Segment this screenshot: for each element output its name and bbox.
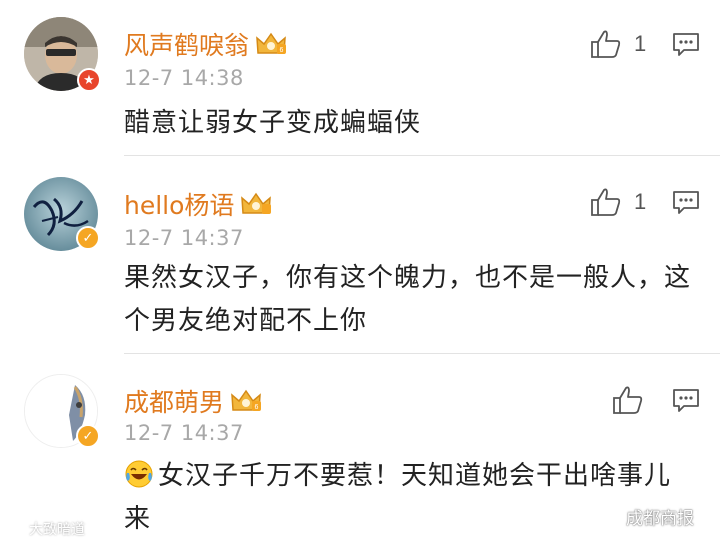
watermark-right-text: 成都商报 — [626, 509, 694, 529]
like-button[interactable] — [612, 385, 644, 415]
username-label: hello杨语 — [124, 191, 235, 220]
verified-badge-icon: ✓ — [76, 226, 100, 250]
svg-text:6: 6 — [255, 404, 259, 411]
username[interactable]: hello杨语 — [124, 186, 272, 222]
vip-badge-icon: ★ — [77, 68, 101, 92]
timestamp: 12-7 14:38 — [124, 66, 244, 90]
timestamp: 12-7 14:37 — [124, 226, 244, 250]
svg-text:6: 6 — [280, 47, 284, 54]
like-button[interactable]: 1 — [590, 29, 646, 59]
comment-text: 醋意让弱女子变成蝙蝠侠 — [124, 108, 422, 138]
watermark-left-text: 大致暗道 — [29, 522, 85, 538]
username-label: 成都萌男 — [124, 388, 225, 417]
thumbs-up-icon — [591, 30, 621, 58]
thumbs-up-icon — [613, 386, 643, 414]
username[interactable]: 风声鹤唳翁 6 — [124, 26, 287, 62]
like-count: 1 — [634, 189, 647, 214]
comment-item: ✓ hello杨语 12-7 14:37 果然女汉子，你有这个魄力，也不是一般人… — [0, 156, 720, 354]
watermark-left: 大致暗道 — [8, 519, 85, 539]
comment-bubble-icon — [673, 389, 699, 412]
reply-button[interactable] — [672, 189, 700, 219]
timestamp: 12-7 14:37 — [124, 421, 244, 445]
like-button[interactable]: 1 — [590, 187, 646, 217]
thumbs-up-icon — [591, 188, 621, 216]
comment-item: ★ 风声鹤唳翁 6 12-7 14:38 醋意让弱女子变成蝙蝠侠 1 — [0, 0, 720, 156]
comment-bubble-icon — [673, 191, 699, 214]
crown-icon: 6 — [256, 32, 287, 54]
verified-badge-icon: ✓ — [76, 424, 100, 448]
like-count: 1 — [634, 31, 647, 56]
watermark-right: 成都商报 — [596, 504, 694, 529]
username-label: 风声鹤唳翁 — [124, 31, 250, 60]
watermark-logo-icon — [9, 521, 25, 537]
crown-icon — [241, 192, 272, 214]
comment-text: 果然女汉子，你有这个魄力，也不是一般人，这个男友绝对配不上你 — [124, 263, 692, 336]
username[interactable]: 成都萌男 6 — [124, 383, 262, 419]
reply-button[interactable] — [672, 31, 700, 61]
comment-bubble-icon — [673, 33, 699, 56]
laughing-crying-emoji-icon — [125, 460, 153, 488]
wechat-icon — [596, 507, 620, 525]
reply-button[interactable] — [672, 387, 700, 417]
comment-text-body: 女汉子千万不要惹！天知道她会干出啥事儿来 — [124, 461, 672, 534]
crown-icon: 6 — [231, 389, 262, 411]
